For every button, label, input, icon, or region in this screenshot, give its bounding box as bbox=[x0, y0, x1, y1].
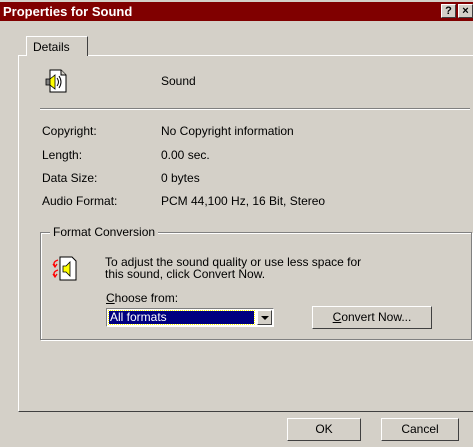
cancel-button[interactable]: Cancel bbox=[381, 418, 459, 441]
convert-now-label: onvert Now... bbox=[341, 310, 412, 324]
sound-properties-dialog: Properties for Sound ? × Details Sound C… bbox=[0, 0, 473, 447]
format-select-value: All formats bbox=[108, 310, 255, 325]
format-conversion-title: Format Conversion bbox=[50, 225, 159, 239]
choose-from-label: Choose from: bbox=[106, 291, 178, 305]
window-title: Properties for Sound bbox=[3, 4, 133, 19]
choose-from-mnemonic: C bbox=[106, 291, 115, 305]
audio-format-value: PCM 44,100 Hz, 16 Bit, Stereo bbox=[161, 194, 326, 208]
sound-file-icon bbox=[45, 69, 67, 93]
close-button[interactable]: × bbox=[458, 4, 473, 18]
tab-details-label: Details bbox=[33, 40, 70, 54]
help-button[interactable]: ? bbox=[441, 4, 456, 18]
tab-details[interactable]: Details bbox=[26, 36, 88, 56]
length-value: 0.00 sec. bbox=[161, 148, 210, 162]
data-size-value: 0 bytes bbox=[161, 171, 200, 185]
convert-now-button[interactable]: Convert Now... bbox=[312, 306, 432, 329]
chevron-down-icon[interactable] bbox=[257, 310, 272, 325]
choose-from-text: hoose from: bbox=[114, 291, 179, 305]
audio-format-label: Audio Format: bbox=[42, 194, 118, 208]
copyright-value: No Copyright information bbox=[161, 124, 294, 138]
title-bar[interactable]: Properties for Sound ? × bbox=[0, 2, 473, 21]
data-size-label: Data Size: bbox=[42, 171, 98, 185]
length-label: Length: bbox=[42, 148, 83, 162]
convert-now-mnemonic: C bbox=[332, 310, 342, 324]
ok-button[interactable]: OK bbox=[287, 418, 361, 441]
separator bbox=[40, 108, 470, 110]
conversion-info-line2: this sound, click Convert Now. bbox=[105, 267, 266, 281]
copyright-label: Copyright: bbox=[42, 124, 97, 138]
format-select[interactable]: All formats bbox=[106, 308, 274, 327]
file-name: Sound bbox=[161, 74, 196, 88]
convert-sound-icon bbox=[52, 256, 77, 281]
